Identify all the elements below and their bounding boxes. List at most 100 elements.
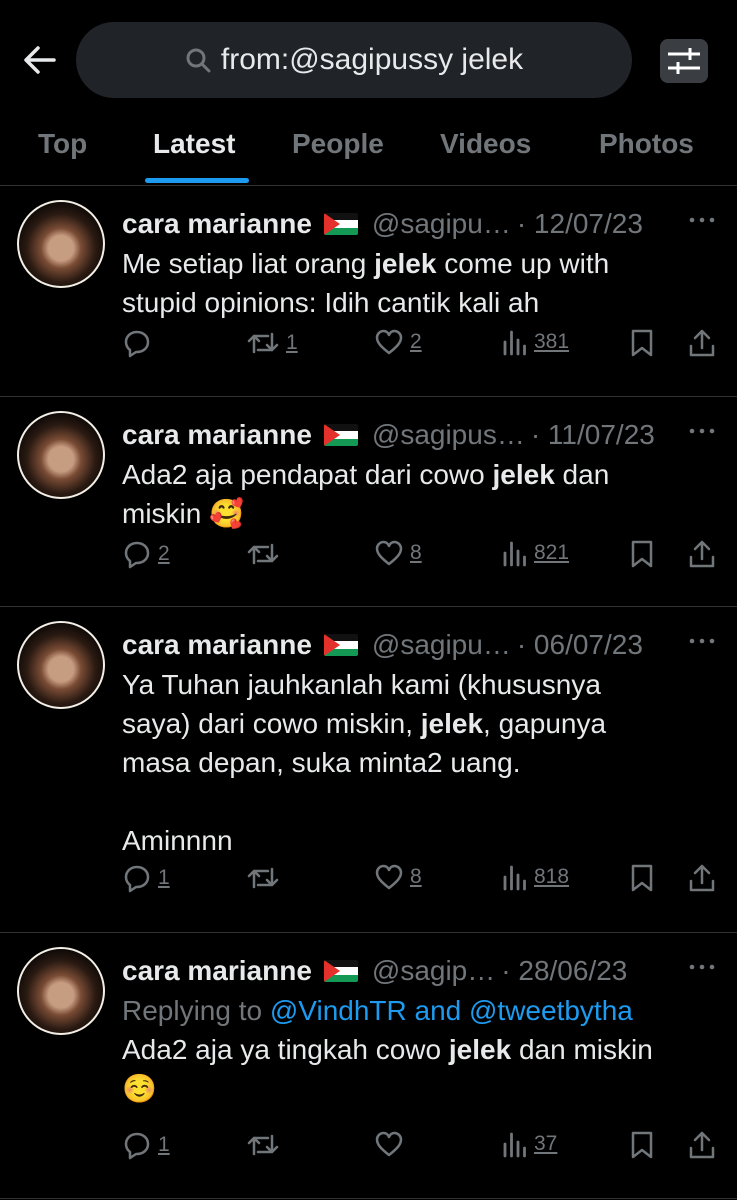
heart-icon xyxy=(374,328,404,356)
reply-button[interactable]: 1 xyxy=(122,1130,170,1160)
search-header: from:@sagipussy jelek Top Latest People … xyxy=(0,0,737,186)
retweet-icon xyxy=(246,1130,280,1160)
views-icon xyxy=(502,328,528,356)
emoji: ☺️ xyxy=(122,1073,157,1104)
highlighted-keyword: jelek xyxy=(420,708,484,739)
tweet-header: cara marianne @sagipu… · 06/07/23 xyxy=(122,625,717,665)
views-count: 381 xyxy=(534,330,570,353)
display-name[interactable]: cara marianne xyxy=(122,629,312,661)
display-name[interactable]: cara marianne xyxy=(122,419,312,451)
replying-to-link[interactable]: @VindhTR and @tweetbytha xyxy=(270,995,633,1026)
likes-count: 8 xyxy=(410,541,422,564)
retweet-button[interactable] xyxy=(246,539,286,569)
like-button[interactable] xyxy=(374,1130,410,1158)
bookmark-icon xyxy=(630,863,654,893)
filter-sliders-icon[interactable] xyxy=(660,39,708,83)
retweet-button[interactable]: 1 xyxy=(246,328,298,358)
retweet-icon xyxy=(246,863,280,893)
tweet[interactable]: cara marianne @sagipu… · 06/07/23 Ya Tuhan … xyxy=(0,607,737,933)
tweet-date[interactable]: · 28/06/23 xyxy=(501,955,627,987)
replies-count: 1 xyxy=(158,866,170,889)
like-button[interactable]: 8 xyxy=(374,863,422,891)
tab-photos[interactable]: Photos xyxy=(599,128,694,160)
tweet-content: cara marianne @sagip… · 28/06/23 Replying t… xyxy=(122,951,717,1108)
replies-count: 1 xyxy=(158,1133,170,1156)
reply-icon xyxy=(122,539,152,569)
reply-button[interactable]: 2 xyxy=(122,539,170,569)
tab-videos[interactable]: Videos xyxy=(440,128,531,160)
retweet-icon xyxy=(246,328,280,358)
more-dots-icon[interactable] xyxy=(687,210,717,230)
timeline: cara marianne @sagipu… · 12/07/23 Me setiap… xyxy=(0,186,737,1199)
reply-button[interactable]: 1 xyxy=(122,863,170,893)
heart-icon xyxy=(374,1130,404,1158)
share-button[interactable] xyxy=(688,539,716,569)
tab-top[interactable]: Top xyxy=(38,128,87,160)
search-query[interactable]: from:@sagipussy jelek xyxy=(221,43,523,77)
reply-icon xyxy=(122,1130,152,1160)
tweet-date[interactable]: · 06/07/23 xyxy=(517,629,643,661)
display-name[interactable]: cara marianne xyxy=(122,955,312,987)
tweet-text: Ada2 aja ya tingkah cowo jelek dan miski… xyxy=(122,1030,717,1108)
tweet-date[interactable]: · 11/07/23 xyxy=(531,419,655,451)
avatar[interactable] xyxy=(17,200,105,288)
highlighted-keyword: jelek xyxy=(448,1034,512,1065)
like-button[interactable]: 2 xyxy=(374,328,422,356)
views-button[interactable]: 818 xyxy=(502,863,569,891)
tweet-header: cara marianne @sagip… · 28/06/23 xyxy=(122,951,717,991)
tab-latest[interactable]: Latest xyxy=(153,128,235,160)
retweets-count: 1 xyxy=(286,331,298,354)
bookmark-icon xyxy=(630,539,654,569)
replies-count: 2 xyxy=(158,542,170,565)
tweet-actions: 1 2 381 xyxy=(122,328,717,368)
palestine-flag-icon xyxy=(323,960,358,982)
likes-count: 8 xyxy=(410,865,422,888)
share-button[interactable] xyxy=(688,1130,716,1160)
handle[interactable]: @sagipu… xyxy=(372,208,511,240)
search-bar[interactable]: from:@sagipussy jelek xyxy=(76,22,632,98)
views-icon xyxy=(502,1130,528,1158)
more-dots-icon[interactable] xyxy=(687,421,717,441)
bookmark-button[interactable] xyxy=(630,1130,654,1160)
tweet[interactable]: cara marianne @sagipu… · 12/07/23 Me setiap… xyxy=(0,186,737,397)
more-dots-icon[interactable] xyxy=(687,631,717,651)
avatar[interactable] xyxy=(17,411,105,499)
reply-button[interactable] xyxy=(122,328,158,358)
display-name[interactable]: cara marianne xyxy=(122,208,312,240)
tab-people[interactable]: People xyxy=(292,128,384,160)
arrow-left-icon[interactable] xyxy=(20,40,60,80)
tweet[interactable]: cara marianne @sagipus… · 11/07/23 Ada2 aja… xyxy=(0,397,737,607)
tweet-text: Ya Tuhan jauhkanlah kami (khususnya saya… xyxy=(122,665,717,860)
like-button[interactable]: 8 xyxy=(374,539,422,567)
retweet-button[interactable] xyxy=(246,1130,286,1160)
highlighted-keyword: jelek xyxy=(492,459,555,490)
views-button[interactable]: 381 xyxy=(502,328,569,356)
share-icon xyxy=(688,539,716,569)
views-button[interactable]: 821 xyxy=(502,539,569,567)
share-button[interactable] xyxy=(688,863,716,893)
replying-prefix: Replying to xyxy=(122,995,270,1026)
tweet[interactable]: cara marianne @sagip… · 28/06/23 Replying t… xyxy=(0,933,737,1199)
share-icon xyxy=(688,1130,716,1160)
bookmark-button[interactable] xyxy=(630,539,654,569)
tweet-text-part: Ada2 aja pendapat dari cowo xyxy=(122,459,493,490)
tweet-content: cara marianne @sagipu… · 06/07/23 Ya Tuhan … xyxy=(122,625,717,860)
bookmark-button[interactable] xyxy=(630,328,654,358)
avatar[interactable] xyxy=(17,621,105,709)
search-icon xyxy=(186,48,211,73)
retweet-button[interactable] xyxy=(246,863,286,893)
bookmark-button[interactable] xyxy=(630,863,654,893)
likes-count: 2 xyxy=(410,330,422,353)
avatar[interactable] xyxy=(17,947,105,1035)
tweet-date[interactable]: · 12/07/23 xyxy=(517,208,643,240)
tweet-text-part: Ada2 aja ya tingkah cowo xyxy=(122,1034,449,1065)
tweet-actions: 1 8 818 xyxy=(122,863,717,903)
more-dots-icon[interactable] xyxy=(687,957,717,977)
handle[interactable]: @sagip… xyxy=(372,955,495,987)
handle[interactable]: @sagipus… xyxy=(372,419,525,451)
share-button[interactable] xyxy=(688,328,716,358)
views-count: 818 xyxy=(534,865,570,888)
handle[interactable]: @sagipu… xyxy=(372,629,511,661)
views-button[interactable]: 37 xyxy=(502,1130,557,1158)
views-icon xyxy=(502,539,528,567)
